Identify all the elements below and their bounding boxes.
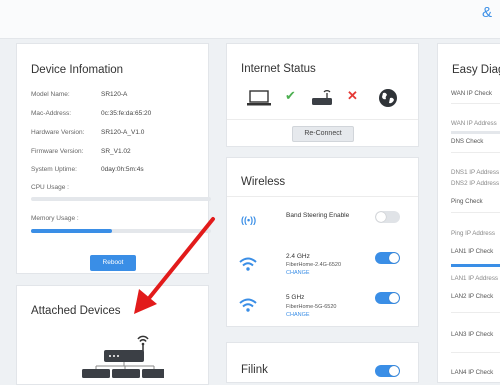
dns2-ip-address-label: DNS2 IP Address xyxy=(451,180,500,187)
ping-check-label: Ping Check xyxy=(451,198,483,205)
attached-devices-card: Attached Devices xyxy=(16,285,209,385)
wireless-divider xyxy=(227,196,418,197)
wifi-5ghz-change-link[interactable]: CHANGE xyxy=(286,312,310,318)
hardware-version-label: Hardware Version: xyxy=(31,129,85,136)
lan3-ip-check-label: LAN3 IP Check xyxy=(451,331,494,338)
top-bar: & xyxy=(0,0,500,39)
device-info-card: Device Infomation Model Name: SR120-A Ma… xyxy=(16,43,211,274)
lan2-ip-check-label: LAN2 IP Check xyxy=(451,293,494,300)
wifi-5ghz-icon xyxy=(239,298,257,312)
filink-title: Filink xyxy=(241,364,268,376)
model-name-value: SR120-A xyxy=(101,91,128,98)
wan-ip-check-bar xyxy=(451,131,500,134)
ez-divider-3 xyxy=(451,212,500,213)
wifi-24ghz-toggle[interactable] xyxy=(375,252,400,264)
memory-usage-fill xyxy=(31,229,112,233)
ez-divider-2 xyxy=(451,152,500,153)
wifi-5ghz-ssid: FiberHome-5G-6520 xyxy=(286,304,337,310)
band-steering-icon: ((•)) xyxy=(241,215,257,225)
system-uptime-label: System Uptime: xyxy=(31,166,77,173)
mac-address-value: 0c:35:fe:da:65:20 xyxy=(101,110,152,117)
wifi-5ghz-toggle[interactable] xyxy=(375,292,400,304)
user-icon[interactable]: & xyxy=(482,4,492,21)
wifi-24ghz-icon xyxy=(239,257,257,271)
ez-divider-4 xyxy=(451,312,500,313)
wireless-card: Wireless ((•)) Band Steering Enable 2.4 … xyxy=(226,157,419,327)
cpu-usage-label: CPU Usage : xyxy=(31,184,69,191)
device-info-title: Device Infomation xyxy=(31,64,124,76)
hardware-version-value: SR120-A_V1.0 xyxy=(101,129,145,136)
ez-divider-1 xyxy=(451,103,500,104)
network-topology-icon xyxy=(82,335,164,378)
dns-check-label: DNS Check xyxy=(451,138,484,145)
lan1-ip-check-bar xyxy=(451,264,500,267)
firmware-version-value: SR_V1.02 xyxy=(101,148,131,155)
lan1-ip-address-label: LAN1 IP Address xyxy=(451,275,499,282)
router-icon xyxy=(312,90,332,105)
easy-diagnosis-title: Easy Diagr xyxy=(452,64,500,76)
internet-status-divider xyxy=(227,119,418,120)
laptop-icon xyxy=(247,90,271,106)
reconnect-button[interactable]: Re-Connect xyxy=(292,126,354,142)
attached-devices-title: Attached Devices xyxy=(31,305,121,317)
wireless-title: Wireless xyxy=(241,176,286,188)
filink-toggle[interactable] xyxy=(375,365,400,377)
wan-ip-check-label: WAN IP Check xyxy=(451,90,492,97)
reboot-button[interactable]: Reboot xyxy=(90,255,136,271)
memory-usage-bar xyxy=(31,229,211,233)
wifi-24ghz-ssid: FiberHome-2.4G-6520 xyxy=(286,262,342,268)
firmware-version-label: Firmware Version: xyxy=(31,148,84,155)
internet-status-card: Internet Status ✔ ✕ Re-Connect xyxy=(226,43,419,147)
mac-address-label: Mac-Address: xyxy=(31,110,72,117)
ez-divider-5 xyxy=(451,352,500,353)
dns1-ip-address-label: DNS1 IP Address xyxy=(451,169,500,176)
cpu-usage-bar xyxy=(31,197,211,201)
internet-status-title: Internet Status xyxy=(241,63,316,75)
model-name-label: Model Name: xyxy=(31,91,70,98)
memory-usage-label: Memory Usage : xyxy=(31,215,79,222)
error-x-icon: ✕ xyxy=(347,88,358,103)
lan1-ip-check-label: LAN1 IP Check xyxy=(451,248,494,255)
ping-ip-address-label: Ping IP Address xyxy=(451,230,495,237)
globe-icon xyxy=(379,89,397,107)
wifi-24ghz-band: 2.4 GHz xyxy=(286,253,310,260)
wan-ip-address-label: WAN IP Address xyxy=(451,120,497,127)
filink-card: Filink xyxy=(226,342,419,383)
wifi-5ghz-band: 5 GHz xyxy=(286,294,305,301)
band-steering-toggle[interactable] xyxy=(375,211,400,223)
band-steering-label: Band Steering Enable xyxy=(286,212,350,219)
system-uptime-value: 0day:0h:5m:4s xyxy=(101,166,144,173)
check-icon: ✔ xyxy=(285,88,296,103)
lan4-ip-check-label: LAN4 IP Check xyxy=(451,369,494,376)
wifi-24ghz-change-link[interactable]: CHANGE xyxy=(286,270,310,276)
